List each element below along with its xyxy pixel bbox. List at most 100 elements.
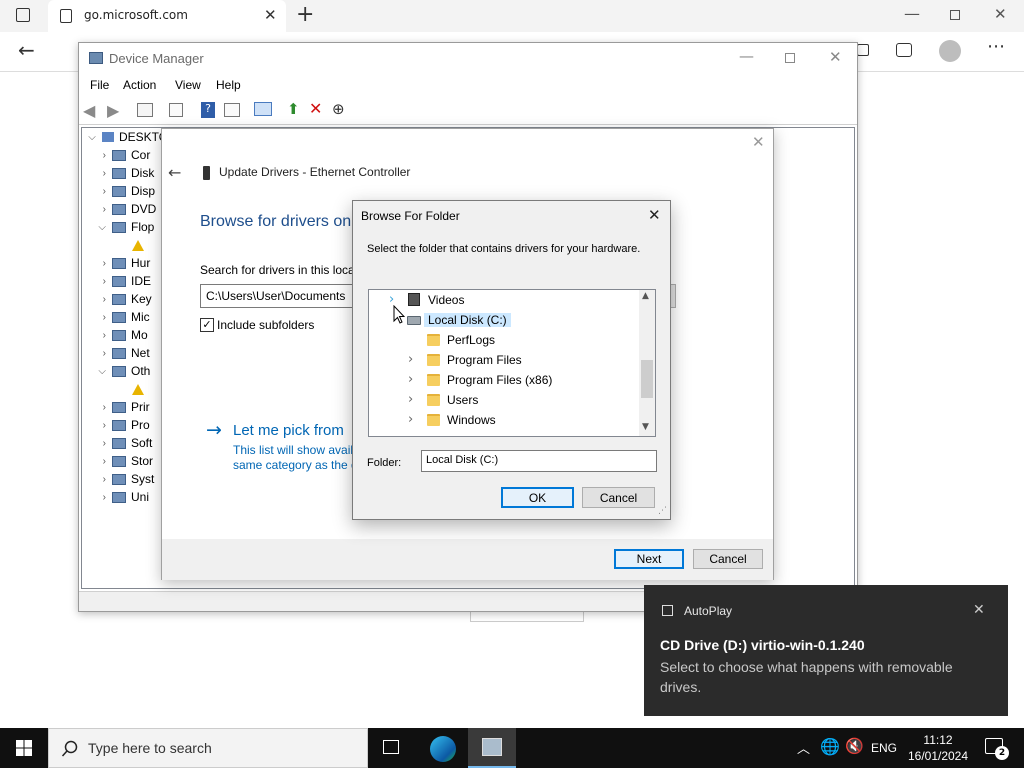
more-icon[interactable]: ⋯ xyxy=(987,36,1006,57)
expand-icon[interactable]: › xyxy=(82,492,112,503)
folder-tree[interactable]: › Videos Local Disk (C:) PerfLogs › Program F… xyxy=(368,289,656,437)
expand-icon[interactable]: › xyxy=(82,474,112,485)
tool-update-driver-icon[interactable]: ⬆ xyxy=(287,100,300,118)
tray-chevron-icon[interactable]: ︿ xyxy=(797,738,810,757)
collapse-icon[interactable]: ⌵ xyxy=(82,222,112,233)
collections-icon[interactable] xyxy=(896,43,912,57)
toast-close-icon[interactable]: ✕ xyxy=(973,602,985,618)
ud-back-icon[interactable]: ← xyxy=(168,163,181,182)
clock[interactable]: 11:12 16/01/2024 xyxy=(898,732,978,764)
edge-browser-icon[interactable] xyxy=(430,736,456,762)
dm-maximize-icon[interactable] xyxy=(785,53,795,63)
tab-actions-icon[interactable] xyxy=(16,8,30,22)
expand-icon[interactable]: › xyxy=(82,420,112,431)
folder-tree-item[interactable]: › Users xyxy=(369,390,639,410)
menu-file[interactable]: File xyxy=(90,78,109,92)
taskbar-search[interactable]: Type here to search xyxy=(48,728,368,768)
expand-icon[interactable]: › xyxy=(82,330,112,341)
device-manager-taskbar-button[interactable] xyxy=(468,728,516,768)
expand-chevron-icon[interactable]: › xyxy=(408,392,413,407)
tree-item-label: Pro xyxy=(131,418,150,432)
menu-view[interactable]: View xyxy=(175,78,201,92)
ok-button[interactable]: OK xyxy=(501,487,574,508)
dm-close-icon[interactable]: ✕ xyxy=(829,48,842,66)
pick-title[interactable]: Let me pick from xyxy=(233,422,344,439)
tool-forward-icon[interactable]: ▶ xyxy=(107,101,119,120)
expand-icon[interactable]: › xyxy=(82,276,112,287)
extensions-icon[interactable] xyxy=(857,44,869,56)
close-icon[interactable]: ✕ xyxy=(994,5,1007,23)
folder-tree-item[interactable]: › Windows xyxy=(369,410,639,430)
expand-icon[interactable]: › xyxy=(82,456,112,467)
expand-chevron-icon[interactable]: › xyxy=(408,372,413,387)
device-manager-icon xyxy=(89,52,103,64)
page-favicon-icon xyxy=(60,9,72,23)
pick-arrow-icon[interactable]: → xyxy=(206,419,222,441)
resize-grip-icon[interactable]: ⋰ xyxy=(658,506,667,516)
bf-close-icon[interactable]: ✕ xyxy=(648,206,661,224)
folder-tree-label: Users xyxy=(447,393,479,407)
new-tab-icon[interactable]: + xyxy=(296,2,314,27)
expand-icon[interactable]: › xyxy=(82,150,112,161)
language-indicator[interactable]: ENG xyxy=(871,741,897,755)
expand-icon[interactable]: › xyxy=(82,258,112,269)
device-category-icon xyxy=(112,311,126,323)
expand-icon[interactable]: › xyxy=(82,348,112,359)
minimize-icon[interactable]: — xyxy=(904,4,920,23)
folder-tree-item[interactable]: › Program Files xyxy=(369,350,639,370)
dm-minimize-icon[interactable]: — xyxy=(739,47,754,65)
task-view-icon[interactable] xyxy=(383,740,399,754)
scroll-up-icon[interactable]: ▲ xyxy=(642,291,649,301)
folder-icon xyxy=(427,414,440,426)
folder-tree-item[interactable]: › Videos xyxy=(369,290,639,310)
tool-back-icon[interactable]: ◀ xyxy=(83,101,95,120)
tool-properties-icon[interactable] xyxy=(137,103,153,117)
browser-tab[interactable]: go.microsoft.com ✕ xyxy=(48,0,286,32)
tool-help-icon[interactable]: ? xyxy=(201,102,215,118)
scroll-thumb[interactable] xyxy=(641,360,653,398)
expand-icon[interactable]: › xyxy=(82,312,112,323)
expand-chevron-icon[interactable]: › xyxy=(408,352,413,367)
tool-list-icon[interactable] xyxy=(224,103,240,117)
menu-action[interactable]: Action xyxy=(123,78,156,92)
restore-icon[interactable] xyxy=(950,10,960,20)
expand-icon[interactable]: › xyxy=(82,204,112,215)
back-icon[interactable]: ← xyxy=(18,38,35,62)
device-category-icon xyxy=(112,329,126,341)
tool-view-icon[interactable] xyxy=(169,103,183,117)
collapse-icon[interactable]: ⌵ xyxy=(82,132,102,143)
ud-close-icon[interactable]: ✕ xyxy=(752,133,765,151)
folder-input[interactable]: Local Disk (C:) xyxy=(421,450,657,472)
scroll-down-icon[interactable]: ▼ xyxy=(642,422,649,432)
folder-tree-scrollbar[interactable]: ▲ ▼ xyxy=(639,290,655,436)
volume-muted-icon[interactable]: 🔇 xyxy=(845,737,864,755)
device-manager-taskbar-icon xyxy=(482,738,502,756)
device-category-icon xyxy=(112,257,126,269)
include-subfolders-checkbox[interactable]: ✓ xyxy=(200,318,214,332)
expand-icon[interactable]: › xyxy=(82,186,112,197)
folder-tree-item[interactable]: › Program Files (x86) xyxy=(369,370,639,390)
tool-download-icon[interactable]: ⊕ xyxy=(332,100,345,118)
tree-item-label: DVD xyxy=(131,202,157,216)
collapse-icon[interactable]: ⌵ xyxy=(82,366,112,377)
expand-icon[interactable]: › xyxy=(82,168,112,179)
autoplay-toast[interactable]: AutoPlay ✕ CD Drive (D:) virtio-win-0.1.… xyxy=(644,585,1008,716)
next-button[interactable]: Next xyxy=(614,549,684,569)
start-button[interactable] xyxy=(0,728,48,768)
profile-avatar[interactable] xyxy=(939,40,961,62)
expand-icon[interactable]: › xyxy=(82,438,112,449)
tool-scan-icon[interactable] xyxy=(254,102,272,116)
bf-cancel-button[interactable]: Cancel xyxy=(582,487,655,508)
tool-uninstall-icon[interactable]: ✕ xyxy=(309,99,322,118)
expand-icon[interactable]: › xyxy=(82,402,112,413)
tab-close-icon[interactable]: ✕ xyxy=(264,6,277,24)
network-globe-icon[interactable]: 🌐 xyxy=(820,737,840,756)
folder-tree-item[interactable]: PerfLogs xyxy=(369,330,639,350)
tree-item-label: Disk xyxy=(131,166,155,180)
expand-chevron-icon[interactable]: › xyxy=(408,412,413,427)
expand-icon[interactable]: › xyxy=(82,294,112,305)
ud-cancel-button[interactable]: Cancel xyxy=(693,549,763,569)
menu-help[interactable]: Help xyxy=(216,78,241,92)
clock-date: 16/01/2024 xyxy=(907,749,969,763)
folder-tree-item[interactable]: Local Disk (C:) xyxy=(369,310,639,330)
